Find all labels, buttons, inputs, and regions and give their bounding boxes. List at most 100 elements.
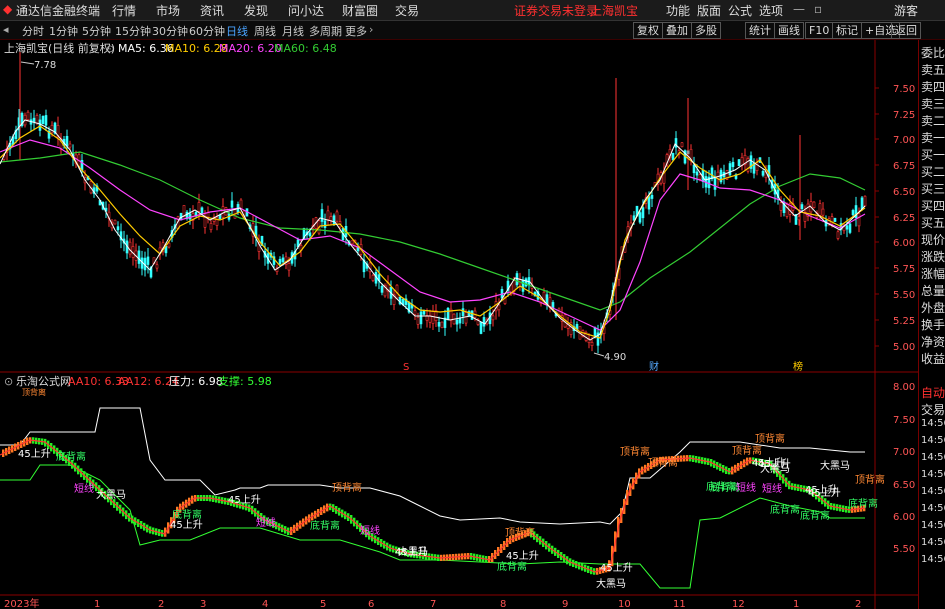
candle[interactable] bbox=[710, 167, 714, 180]
side-panel-label[interactable]: 委比 bbox=[921, 44, 945, 61]
candle[interactable] bbox=[464, 312, 468, 324]
side-panel-label[interactable]: 涨幅 bbox=[921, 265, 945, 282]
candle[interactable] bbox=[281, 257, 285, 263]
chart-area[interactable]: 上海凯宝(日线 前复权) ⊙ MA5: 6.36 MA10: 6.28 MA20… bbox=[0, 40, 918, 609]
side-panel-label[interactable]: 买五 bbox=[921, 214, 945, 231]
candle[interactable] bbox=[323, 220, 327, 228]
indicator-settings-icon[interactable]: ⊙ bbox=[4, 375, 13, 388]
event-mark-list[interactable]: 榜 bbox=[793, 360, 803, 373]
candle[interactable] bbox=[416, 316, 420, 325]
side-panel-label[interactable]: 外盘 bbox=[921, 299, 945, 316]
candle[interactable] bbox=[326, 210, 330, 220]
candle[interactable] bbox=[812, 201, 816, 208]
candle[interactable] bbox=[431, 311, 435, 324]
side-panel-label[interactable]: 卖三 bbox=[921, 95, 945, 112]
candle[interactable] bbox=[458, 317, 462, 324]
menu-item-market[interactable]: 市场 bbox=[156, 2, 180, 19]
candle[interactable] bbox=[851, 210, 855, 216]
candle[interactable] bbox=[200, 207, 204, 215]
candle[interactable] bbox=[692, 164, 696, 174]
candle[interactable] bbox=[761, 170, 765, 176]
candle[interactable] bbox=[35, 115, 39, 124]
candle[interactable] bbox=[695, 171, 699, 176]
side-panel-label[interactable]: 买三 bbox=[921, 180, 945, 197]
candle[interactable] bbox=[437, 322, 441, 327]
settings-icon[interactable]: ⊙ bbox=[106, 44, 114, 55]
candle[interactable] bbox=[647, 196, 651, 210]
menu-item-function[interactable]: 功能 bbox=[666, 2, 690, 19]
candle[interactable] bbox=[590, 342, 594, 346]
candle[interactable] bbox=[713, 176, 717, 190]
candle[interactable] bbox=[479, 322, 483, 334]
back-button[interactable]: 返回 bbox=[891, 22, 921, 39]
candle[interactable] bbox=[371, 274, 375, 281]
candle[interactable] bbox=[650, 194, 654, 199]
tab-period-weekly[interactable]: 周线 bbox=[254, 23, 276, 39]
tab-period-1min[interactable]: 1分钟 bbox=[49, 23, 78, 39]
user-label[interactable]: 游客 bbox=[894, 2, 918, 19]
candle[interactable] bbox=[230, 200, 234, 208]
side-panel-label[interactable]: 卖二 bbox=[921, 112, 945, 129]
trade-login-alert[interactable]: 证券交易未登录 bbox=[514, 2, 598, 19]
candle[interactable] bbox=[128, 241, 132, 255]
side-panel-label[interactable]: 现价 bbox=[921, 231, 945, 248]
menu-item-discover[interactable]: 发现 bbox=[244, 2, 268, 19]
candle[interactable] bbox=[641, 207, 645, 219]
candle[interactable] bbox=[863, 195, 867, 207]
candle[interactable] bbox=[836, 231, 840, 239]
candle[interactable] bbox=[680, 142, 684, 148]
candle[interactable] bbox=[461, 308, 465, 317]
candle[interactable] bbox=[113, 219, 117, 225]
candle[interactable] bbox=[833, 217, 837, 222]
side-panel-label[interactable]: 卖四 bbox=[921, 78, 945, 95]
candle[interactable] bbox=[320, 209, 324, 222]
restore-icon[interactable]: ▫ bbox=[814, 2, 822, 16]
candle[interactable] bbox=[848, 223, 852, 233]
candle[interactable] bbox=[221, 206, 225, 218]
candle[interactable] bbox=[41, 115, 45, 125]
tab-period-5min[interactable]: 5分钟 bbox=[82, 23, 111, 39]
candle[interactable] bbox=[671, 153, 675, 161]
candle[interactable] bbox=[203, 216, 207, 228]
candle[interactable] bbox=[206, 212, 210, 218]
side-panel-label[interactable]: 换手 bbox=[921, 316, 945, 333]
candle[interactable] bbox=[167, 242, 171, 248]
candle[interactable] bbox=[155, 264, 159, 269]
side-panel-label[interactable]: 总量 bbox=[921, 282, 945, 299]
candle[interactable] bbox=[146, 256, 150, 265]
candle[interactable] bbox=[428, 315, 432, 323]
candle[interactable] bbox=[329, 216, 333, 221]
candle[interactable] bbox=[857, 213, 861, 227]
candle[interactable] bbox=[638, 212, 642, 223]
collapse-icon[interactable]: ◂ bbox=[3, 23, 9, 36]
candle[interactable] bbox=[860, 197, 864, 210]
menu-item-trade[interactable]: 交易 bbox=[395, 2, 419, 19]
candle[interactable] bbox=[422, 310, 426, 315]
candle[interactable] bbox=[800, 204, 804, 210]
menu-item-quotes[interactable]: 行情 bbox=[112, 2, 136, 19]
candle[interactable] bbox=[470, 310, 474, 320]
multi-stock-button[interactable]: 多股 bbox=[691, 22, 721, 39]
side-panel-lower-label[interactable]: 交易 bbox=[921, 401, 945, 418]
candle[interactable] bbox=[413, 310, 417, 315]
candlestick-series[interactable] bbox=[2, 52, 867, 354]
candle[interactable] bbox=[497, 304, 501, 311]
side-panel-label[interactable]: 卖一 bbox=[921, 129, 945, 146]
candle[interactable] bbox=[728, 163, 732, 176]
tab-period-multi[interactable]: 多周期 bbox=[309, 23, 342, 39]
candle[interactable] bbox=[239, 199, 243, 210]
candle[interactable] bbox=[188, 213, 192, 220]
candle[interactable] bbox=[818, 203, 822, 216]
menu-item-news[interactable]: 资讯 bbox=[200, 2, 224, 19]
side-panel-lower-label[interactable]: 自动 bbox=[921, 384, 945, 401]
event-mark-finance[interactable]: 财 bbox=[649, 360, 659, 373]
candle[interactable] bbox=[455, 319, 459, 325]
candle[interactable] bbox=[116, 226, 120, 231]
candle[interactable] bbox=[26, 111, 30, 120]
candle[interactable] bbox=[698, 174, 702, 180]
candle[interactable] bbox=[278, 258, 282, 265]
candle[interactable] bbox=[68, 143, 72, 148]
candle[interactable] bbox=[419, 311, 423, 325]
candle[interactable] bbox=[380, 285, 384, 293]
tab-period-monthly[interactable]: 月线 bbox=[282, 23, 304, 39]
